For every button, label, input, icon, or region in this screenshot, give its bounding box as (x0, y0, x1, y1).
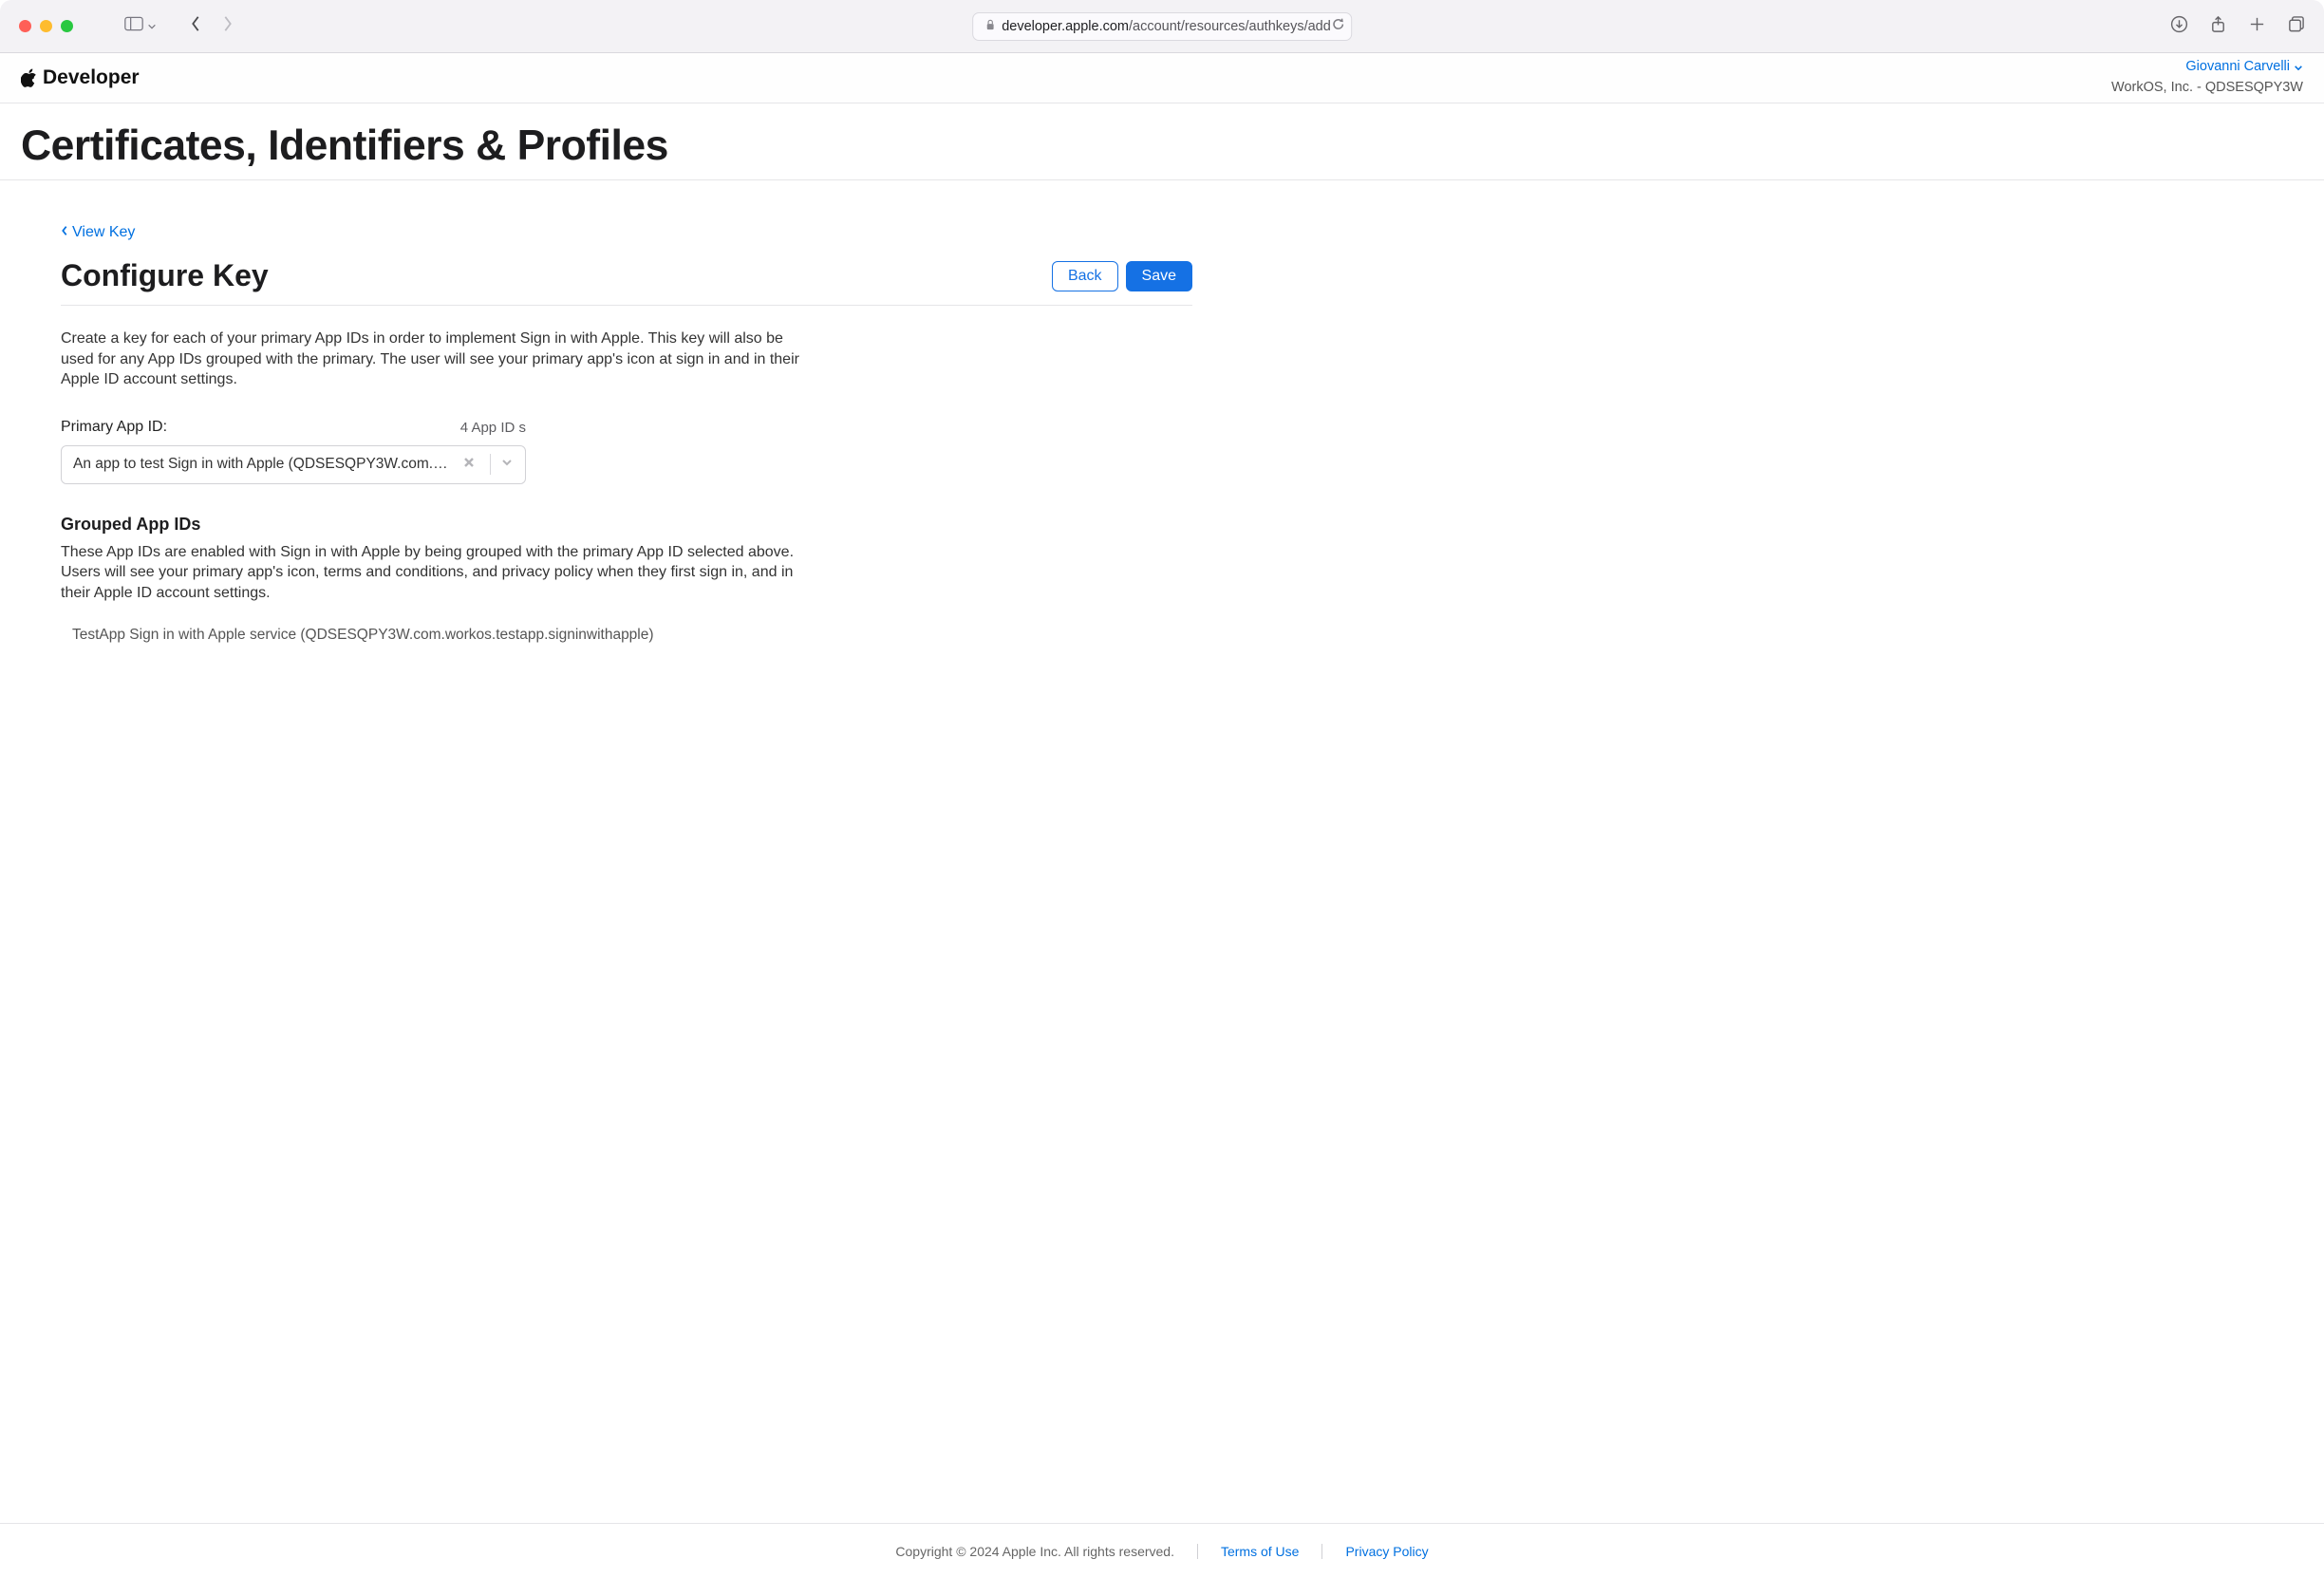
configure-key-description: Create a key for each of your primary Ap… (61, 329, 801, 390)
nav-forward-button (221, 15, 234, 37)
primary-app-id-label: Primary App ID: (61, 419, 167, 436)
lock-icon (984, 18, 996, 35)
sidebar-menu-chevron-icon[interactable] (147, 18, 157, 35)
view-key-back-link[interactable]: View Key (61, 224, 135, 241)
nav-back-button[interactable] (189, 15, 202, 37)
account-name-dropdown[interactable]: Giovanni Carvelli (2185, 57, 2303, 78)
configure-key-heading: Configure Key (61, 258, 269, 293)
developer-nav: Developer Giovanni Carvelli WorkOS, Inc.… (0, 53, 2324, 103)
primary-app-id-select[interactable]: An app to test Sign in with Apple (QDSES… (61, 445, 526, 484)
back-button[interactable]: Back (1052, 261, 1118, 291)
share-icon[interactable] (2209, 15, 2227, 38)
close-window-button[interactable] (19, 20, 31, 32)
downloads-icon[interactable] (2170, 15, 2188, 38)
reload-icon[interactable] (1331, 17, 1345, 36)
grouped-app-ids-description: These App IDs are enabled with Sign in w… (61, 542, 801, 604)
account-team-label: WorkOS, Inc. - QDSESQPY3W (2111, 78, 2303, 99)
address-url: developer.apple.com/account/resources/au… (1002, 19, 1331, 34)
grouped-app-ids-heading: Grouped App IDs (61, 515, 1192, 535)
primary-app-id-value: An app to test Sign in with Apple (QDSES… (73, 456, 454, 473)
apple-developer-logo[interactable]: Developer (21, 66, 140, 89)
new-tab-icon[interactable] (2248, 15, 2266, 38)
select-divider (490, 454, 491, 475)
tabs-overview-icon[interactable] (2287, 15, 2305, 38)
browser-toolbar: developer.apple.com/account/resources/au… (0, 0, 2324, 53)
chevron-down-icon[interactable] (497, 456, 517, 473)
save-button[interactable]: Save (1126, 261, 1192, 291)
minimize-window-button[interactable] (40, 20, 52, 32)
page-title: Certificates, Identifiers & Profiles (0, 103, 2324, 180)
zoom-window-button[interactable] (61, 20, 73, 32)
footer-terms-link[interactable]: Terms of Use (1221, 1544, 1299, 1559)
developer-brand-label: Developer (43, 66, 140, 89)
app-id-count: 4 App ID s (460, 420, 526, 436)
footer-privacy-link[interactable]: Privacy Policy (1345, 1544, 1428, 1559)
footer: Copyright © 2024 Apple Inc. All rights r… (0, 1523, 2324, 1578)
chevron-left-icon (61, 224, 68, 241)
address-bar[interactable]: developer.apple.com/account/resources/au… (972, 12, 1352, 41)
window-controls (19, 20, 73, 32)
footer-copyright: Copyright © 2024 Apple Inc. All rights r… (895, 1544, 1174, 1559)
clear-selection-icon[interactable] (454, 456, 484, 473)
grouped-app-id-item: TestApp Sign in with Apple service (QDSE… (61, 627, 1192, 644)
sidebar-toggle-icon[interactable] (124, 16, 143, 36)
